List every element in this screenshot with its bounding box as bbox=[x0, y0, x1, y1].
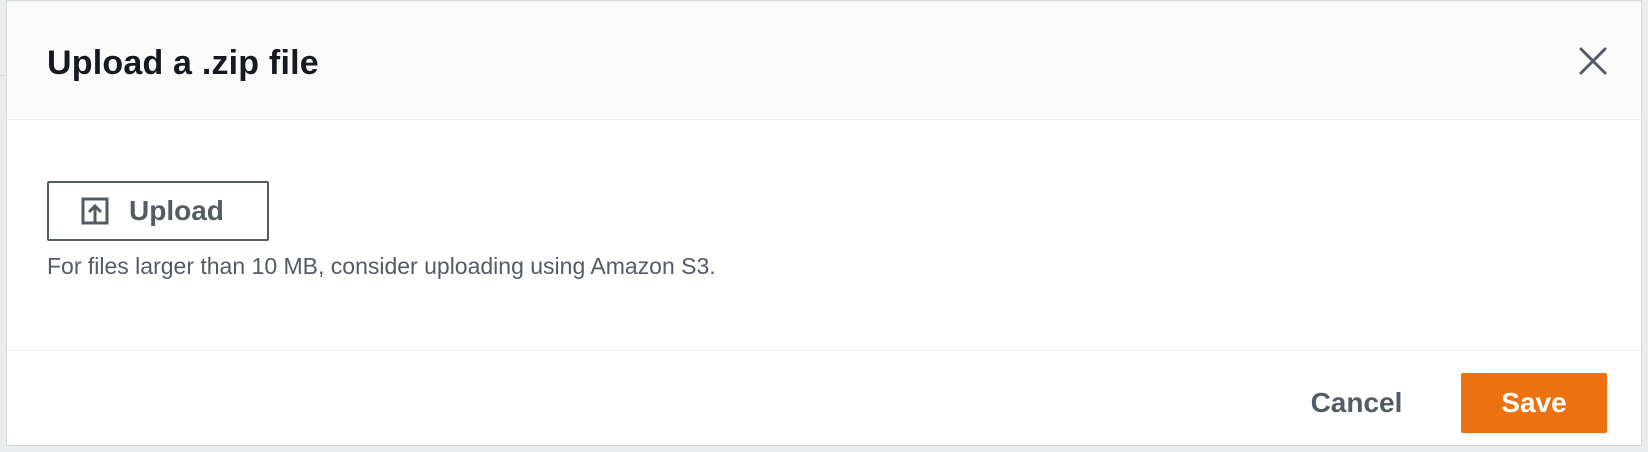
modal-title: Upload a .zip file bbox=[47, 44, 319, 82]
modal-body: Upload For files larger than 10 MB, cons… bbox=[7, 120, 1641, 351]
save-button[interactable]: Save bbox=[1461, 373, 1607, 433]
upload-button-label: Upload bbox=[129, 195, 224, 226]
upload-icon bbox=[81, 197, 109, 225]
upload-zip-modal: Upload a .zip file Upload For files larg… bbox=[6, 0, 1642, 446]
upload-button[interactable]: Upload bbox=[47, 181, 269, 241]
close-icon bbox=[1579, 47, 1607, 75]
upload-size-hint: For files larger than 10 MB, consider up… bbox=[47, 253, 716, 279]
modal-footer: Cancel Save bbox=[7, 351, 1641, 447]
modal-header: Upload a .zip file bbox=[7, 1, 1641, 120]
cancel-button[interactable]: Cancel bbox=[1299, 373, 1414, 433]
close-button[interactable] bbox=[1575, 43, 1611, 79]
